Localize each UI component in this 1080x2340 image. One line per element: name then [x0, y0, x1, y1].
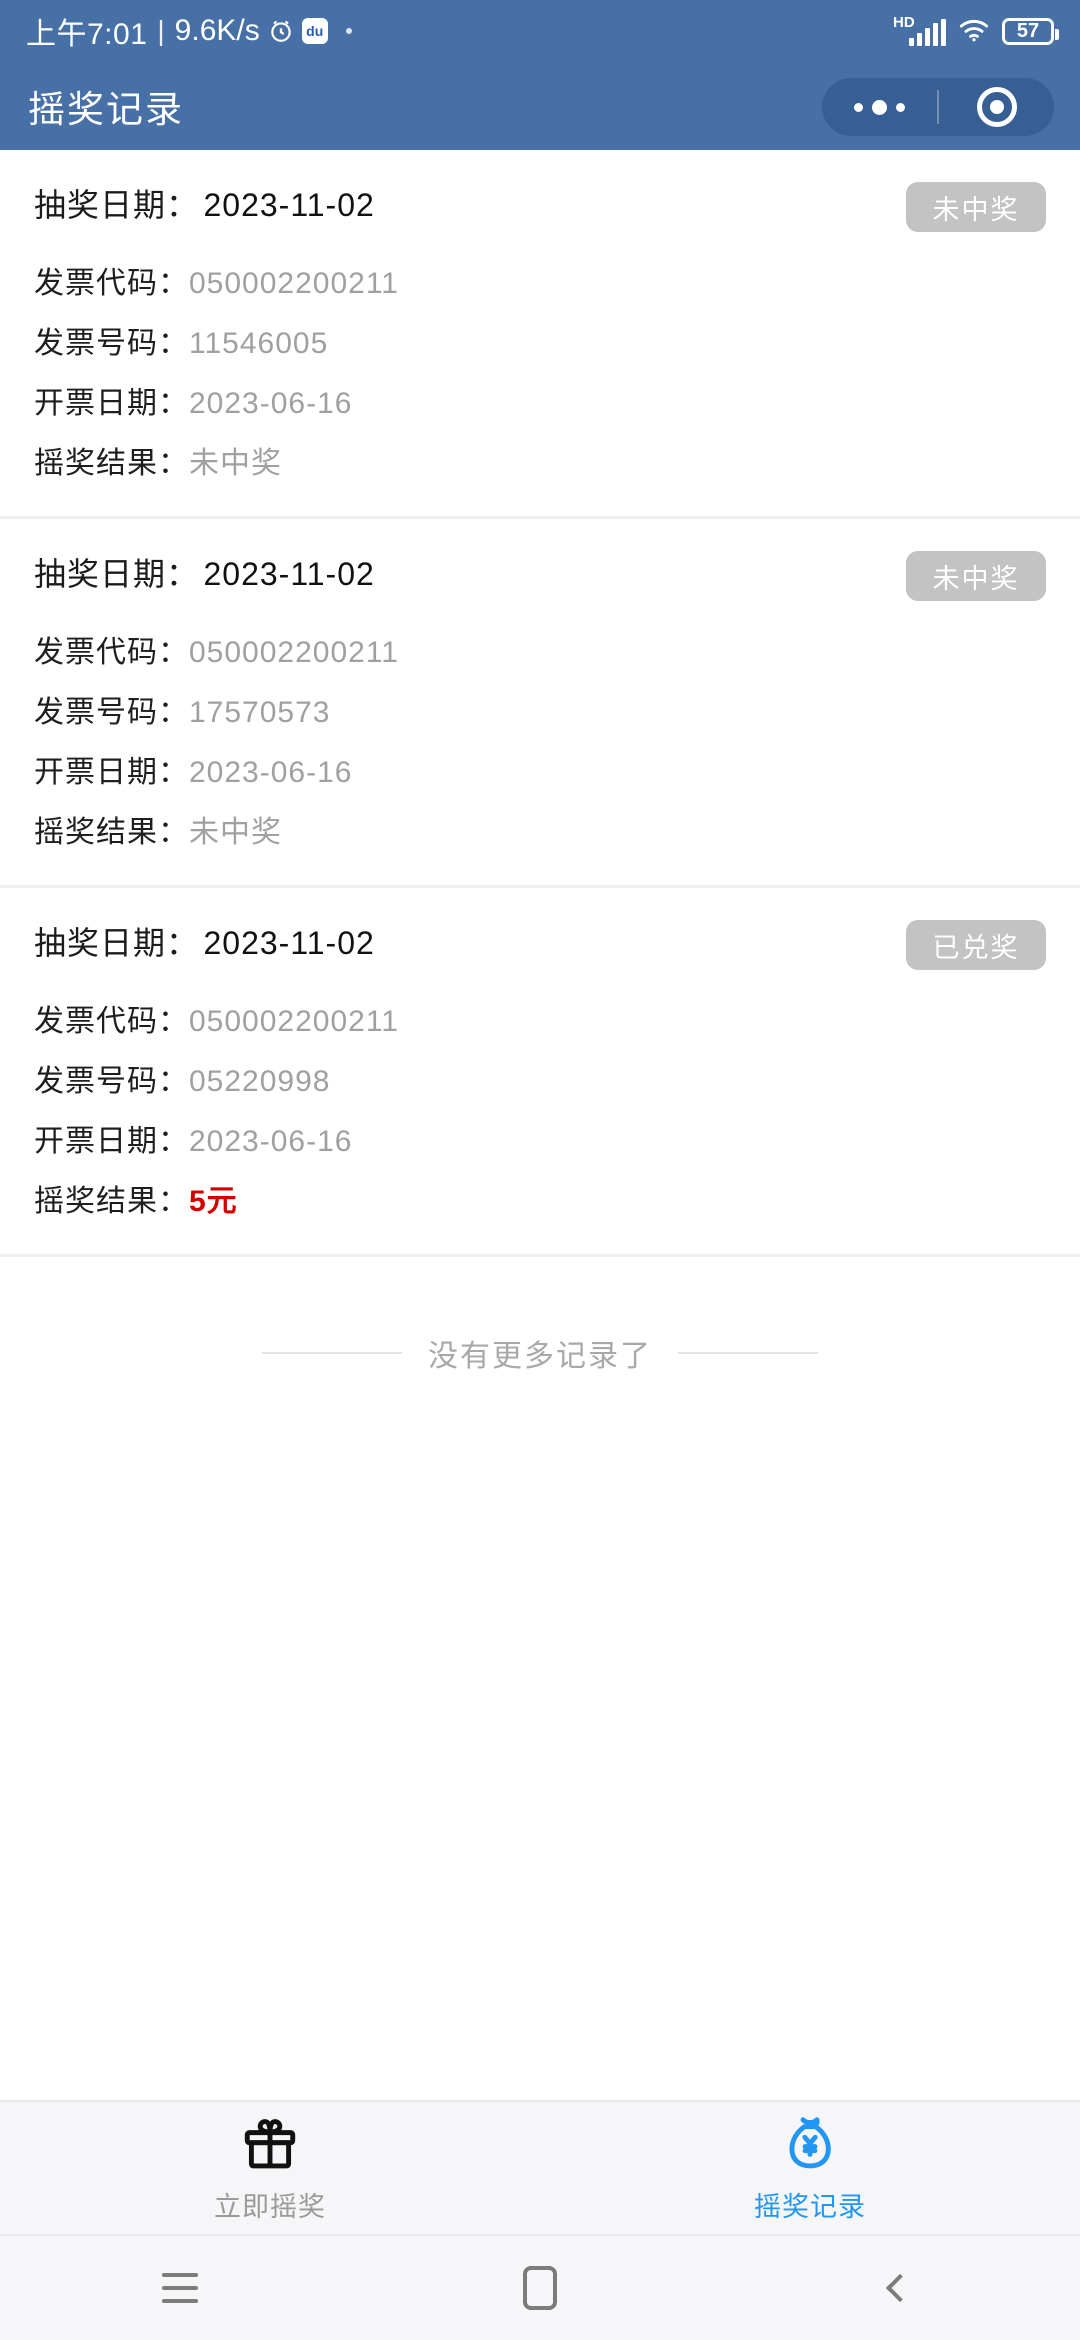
invoice-number-label: 发票号码：	[34, 696, 189, 729]
tab-bar: 立即摇奖 摇奖记录	[0, 2100, 1080, 2234]
record-issue-date: 开票日期： 2023-06-16	[34, 1116, 1046, 1160]
miniprogram-capsule[interactable]	[822, 78, 1054, 136]
draw-result-value: 5元	[189, 1185, 238, 1218]
draw-result-value: 未中奖	[189, 816, 282, 849]
invoice-number-label: 发票号码：	[34, 327, 189, 360]
list-end-divider: 没有更多记录了	[0, 1257, 1080, 1375]
notification-dot-icon	[345, 28, 352, 34]
record-invoice-number: 发票号码： 11546005	[34, 318, 1046, 362]
invoice-number-value: 11546005	[189, 327, 329, 360]
record-draw-result: 摇奖结果： 5元	[34, 1176, 1046, 1220]
list-end-text: 没有更多记录了	[428, 1340, 652, 1373]
draw-result-label: 摇奖结果：	[34, 816, 189, 849]
invoice-code-value: 050002200211	[189, 267, 399, 300]
table-row[interactable]: 抽奖日期： 2023-11-02 已兑奖 发票代码： 050002200211 …	[0, 888, 1080, 1257]
record-invoice-number: 发票号码： 05220998	[34, 1056, 1046, 1100]
more-dots-icon	[854, 99, 905, 115]
tab-draw-records[interactable]: 摇奖记录	[540, 2113, 1080, 2224]
record-draw-date: 抽奖日期： 2023-11-02	[34, 549, 375, 595]
record-header: 抽奖日期： 2023-11-02 未中奖	[34, 549, 1046, 601]
draw-date-value: 2023-11-02	[203, 925, 375, 961]
draw-result-value: 未中奖	[189, 447, 282, 480]
issue-date-label: 开票日期：	[34, 1125, 189, 1158]
invoice-code-value: 050002200211	[189, 636, 399, 669]
status-bar-separator: |	[157, 15, 165, 46]
battery-level: 57	[1016, 20, 1040, 42]
signal-bars-icon: HD	[893, 14, 946, 46]
tab-label: 摇奖记录	[754, 2191, 866, 2222]
draw-date-value: 2023-11-02	[203, 556, 375, 592]
back-chevron-icon	[885, 2273, 915, 2303]
issue-date-value: 2023-06-16	[189, 1125, 353, 1158]
table-row[interactable]: 抽奖日期： 2023-11-02 未中奖 发票代码： 050002200211 …	[0, 150, 1080, 519]
home-square-icon	[523, 2266, 557, 2310]
issue-date-label: 开票日期：	[34, 387, 189, 420]
record-draw-date: 抽奖日期： 2023-11-02	[34, 180, 375, 226]
status-bar: 上午7:01 | 9.6K/s du HD 57	[0, 0, 1080, 62]
record-issue-date: 开票日期： 2023-06-16	[34, 378, 1046, 422]
page-title: 摇奖记录	[28, 89, 184, 130]
home-button[interactable]	[360, 2266, 720, 2310]
invoice-number-value: 05220998	[189, 1065, 331, 1098]
status-bar-network-speed: 9.6K/s	[174, 14, 260, 47]
record-invoice-code: 发票代码： 050002200211	[34, 627, 1046, 671]
target-circle-icon	[976, 87, 1017, 127]
tab-label: 立即摇奖	[214, 2191, 326, 2222]
invoice-number-label: 发票号码：	[34, 1065, 189, 1098]
divider-right	[678, 1352, 818, 1354]
record-header: 抽奖日期： 2023-11-02 已兑奖	[34, 918, 1046, 970]
draw-result-label: 摇奖结果：	[34, 1185, 189, 1218]
record-draw-result: 摇奖结果： 未中奖	[34, 807, 1046, 851]
system-navigation-bar	[0, 2234, 1080, 2340]
record-draw-result: 摇奖结果： 未中奖	[34, 438, 1046, 482]
recents-button[interactable]	[0, 2273, 360, 2303]
invoice-code-value: 050002200211	[189, 1005, 399, 1038]
money-bag-icon	[779, 2113, 841, 2175]
invoice-code-label: 发票代码：	[34, 267, 189, 300]
status-bar-clock: 上午7:01	[26, 18, 148, 51]
table-row[interactable]: 抽奖日期： 2023-11-02 未中奖 发票代码： 050002200211 …	[0, 519, 1080, 888]
capsule-close-button[interactable]	[939, 87, 1054, 127]
tab-draw-now[interactable]: 立即摇奖	[0, 2113, 540, 2224]
gift-box-icon	[239, 2113, 301, 2175]
draw-date-label: 抽奖日期：	[34, 187, 200, 223]
draw-date-label: 抽奖日期：	[34, 925, 200, 961]
draw-date-value: 2023-11-02	[203, 187, 375, 223]
invoice-number-value: 17570573	[189, 696, 331, 729]
invoice-code-label: 发票代码：	[34, 636, 189, 669]
status-badge: 未中奖	[906, 551, 1046, 601]
issue-date-value: 2023-06-16	[189, 387, 353, 420]
issue-date-value: 2023-06-16	[189, 756, 353, 789]
draw-result-label: 摇奖结果：	[34, 447, 189, 480]
menu-icon	[162, 2273, 198, 2303]
hd-label: HD	[893, 14, 915, 31]
invoice-code-label: 发票代码：	[34, 1005, 189, 1038]
issue-date-label: 开票日期：	[34, 756, 189, 789]
draw-date-label: 抽奖日期：	[34, 556, 200, 592]
status-bar-right: HD 57	[893, 14, 1059, 47]
record-header: 抽奖日期： 2023-11-02 未中奖	[34, 180, 1046, 232]
status-badge: 已兑奖	[906, 920, 1046, 970]
battery-icon: 57	[1002, 17, 1059, 45]
nav-bar: 摇奖记录	[0, 62, 1080, 150]
divider-left	[262, 1352, 402, 1354]
status-badge: 未中奖	[906, 182, 1046, 232]
record-invoice-number: 发票号码： 17570573	[34, 687, 1046, 731]
record-invoice-code: 发票代码： 050002200211	[34, 996, 1046, 1040]
wifi-icon	[958, 16, 990, 47]
capsule-menu-button[interactable]	[822, 99, 937, 115]
record-draw-date: 抽奖日期： 2023-11-02	[34, 918, 375, 964]
record-invoice-code: 发票代码： 050002200211	[34, 258, 1046, 302]
back-button[interactable]	[720, 2273, 1080, 2303]
alarm-clock-icon	[268, 18, 294, 44]
status-bar-left: 上午7:01 | 9.6K/s du	[26, 9, 352, 53]
record-issue-date: 开票日期： 2023-06-16	[34, 747, 1046, 791]
records-scroll-area[interactable]: 抽奖日期： 2023-11-02 未中奖 发票代码： 050002200211 …	[0, 150, 1080, 2100]
baidu-app-icon: du	[301, 18, 328, 44]
